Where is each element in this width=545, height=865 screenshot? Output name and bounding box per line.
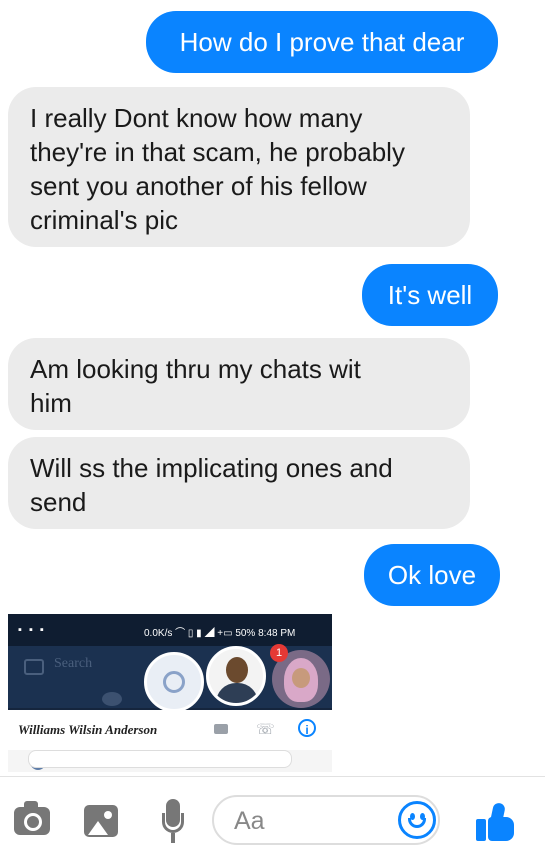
- message-composer: Aa: [0, 776, 545, 865]
- phone-icon: ☏: [256, 721, 275, 738]
- messenger-icon: [144, 652, 204, 712]
- outgoing-message-1[interactable]: How do I prove that dear: [146, 11, 498, 73]
- contact-name: Williams Wilsin Anderson: [18, 722, 158, 737]
- message-line: criminal's pic: [30, 205, 178, 235]
- message-text: Ok love: [387, 560, 477, 590]
- chat-preview-strip: [8, 750, 332, 772]
- outgoing-message-3[interactable]: Ok love: [364, 544, 500, 606]
- chat-head-avatar-man: [206, 646, 266, 706]
- video-call-icon: [214, 724, 228, 734]
- message-line: him: [30, 388, 72, 418]
- incoming-message-1[interactable]: I really Dont know how many they're in t…: [8, 87, 470, 247]
- incoming-message-2[interactable]: Am looking thru my chats wit him: [8, 338, 470, 430]
- thumbs-up-icon[interactable]: [476, 801, 516, 843]
- status-icons-left: ▪ ▪ ▪: [18, 624, 46, 636]
- chat-title-bar: Williams Wilsin Anderson ☏ i: [8, 710, 332, 750]
- message-input-placeholder: Aa: [234, 807, 265, 835]
- small-avatar: [102, 692, 122, 706]
- microphone-icon[interactable]: [162, 799, 184, 845]
- search-label: Search: [54, 656, 93, 671]
- message-text: How do I prove that dear: [179, 27, 465, 57]
- message-line: they're in that scam, he probably: [30, 137, 405, 167]
- message-line: Am looking thru my chats wit: [30, 354, 361, 384]
- incoming-message-3[interactable]: Will ss the implicating ones and send: [8, 437, 470, 529]
- message-preview: [28, 750, 292, 768]
- message-line: send: [30, 487, 87, 517]
- notification-badge: 1: [270, 644, 288, 662]
- message-line: sent you another of his fellow: [30, 171, 367, 201]
- status-bar: ▪ ▪ ▪ 0.0K/s ⌒ ▯ ▮ ◢ +▭ 50% 8:48 PM: [8, 614, 332, 646]
- emoji-icon[interactable]: [398, 801, 436, 839]
- screenshot-attachment[interactable]: ▪ ▪ ▪ 0.0K/s ⌒ ▯ ▮ ◢ +▭ 50% 8:48 PM Sear…: [8, 614, 332, 772]
- gallery-icon[interactable]: [84, 805, 118, 837]
- camera-icon[interactable]: [14, 801, 50, 835]
- message-text: It's well: [387, 280, 473, 310]
- outgoing-message-2[interactable]: It's well: [362, 264, 498, 326]
- camera-icon: [24, 659, 44, 675]
- status-icons-right: 0.0K/s ⌒ ▯ ▮ ◢ +▭ 50% 8:48 PM: [144, 628, 296, 639]
- info-icon: i: [298, 719, 316, 737]
- message-line: I really Dont know how many: [30, 103, 363, 133]
- message-line: Will ss the implicating ones and: [30, 453, 393, 483]
